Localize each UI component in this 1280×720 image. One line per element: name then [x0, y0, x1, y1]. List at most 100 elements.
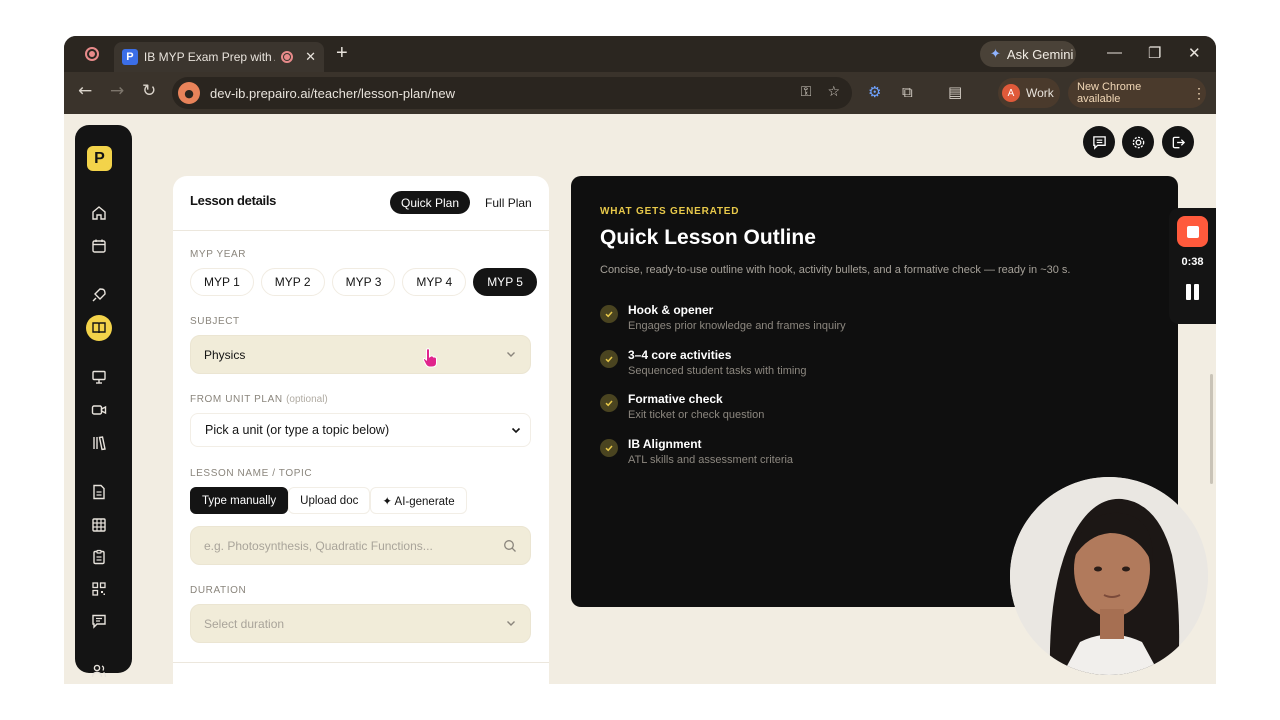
myp-3-button[interactable]: MYP 3: [331, 268, 396, 296]
tab-bar: P IB MYP Exam Prep with AI | ✕ + ✦ Ask G…: [64, 36, 1216, 72]
unit-plan-select[interactable]: Pick a unit (or type a topic below): [190, 413, 531, 447]
presentation-icon[interactable]: [87, 365, 111, 389]
duration-select[interactable]: Select duration: [190, 604, 531, 643]
logout-button[interactable]: [1162, 126, 1194, 158]
check-icon: [600, 394, 618, 412]
feature-subtitle: ATL skills and assessment criteria: [628, 454, 794, 466]
gemini-icon: ✦: [990, 46, 1001, 61]
topic-mode-tabs: Type manually Upload doc ✦ AI-generate: [190, 487, 467, 514]
webcam-bubble: [1010, 477, 1208, 675]
more-menu-icon[interactable]: ⋮: [1192, 85, 1206, 102]
subject-label: SUBJECT: [190, 316, 240, 327]
quick-plan-button[interactable]: Quick Plan: [390, 191, 471, 214]
ai-generate-tab[interactable]: ✦ AI-generate: [370, 487, 467, 514]
video-icon[interactable]: [87, 398, 111, 422]
chevron-down-icon: [507, 352, 515, 357]
url-text[interactable]: dev-ib.prepairo.ai/teacher/lesson-plan/n…: [210, 86, 455, 101]
recording-indicator-icon: [85, 47, 99, 61]
webcam-person-image: [1010, 477, 1208, 675]
profile-label: Work: [1026, 86, 1054, 100]
feature-title: 3–4 core activities: [628, 348, 732, 362]
message-icon[interactable]: [87, 609, 111, 633]
settings-button[interactable]: [1122, 126, 1154, 158]
feature-title: Formative check: [628, 392, 723, 406]
check-icon: [600, 305, 618, 323]
ask-gemini-button[interactable]: ✦ Ask Gemini: [980, 41, 1076, 67]
qr-icon[interactable]: [87, 577, 111, 601]
check-icon: [600, 439, 618, 457]
upload-doc-tab[interactable]: Upload doc: [288, 487, 371, 514]
check-icon: [600, 350, 618, 368]
library-icon[interactable]: [87, 431, 111, 455]
info-description: Concise, ready-to-use outline with hook,…: [600, 264, 1071, 276]
scrollbar[interactable]: [1210, 374, 1213, 484]
feature-title: Hook & opener: [628, 303, 714, 317]
address-bar[interactable]: ● dev-ib.prepairo.ai/teacher/lesson-plan…: [172, 77, 852, 109]
myp-year-options: MYP 1 MYP 2 MYP 3 MYP 4 MYP 5: [190, 268, 537, 296]
pause-icon[interactable]: [1186, 284, 1199, 300]
home-icon[interactable]: [87, 201, 111, 225]
favicon-icon: P: [122, 49, 138, 65]
myp-2-button[interactable]: MYP 2: [260, 268, 325, 296]
tab-search-icon[interactable]: ▤: [948, 83, 962, 101]
users-icon[interactable]: [87, 659, 111, 683]
app-logo[interactable]: P: [87, 146, 112, 171]
subject-value: Physics: [204, 347, 246, 362]
chevron-down-icon: [507, 621, 515, 626]
optional-note: (optional): [286, 394, 328, 405]
back-icon[interactable]: ←: [78, 81, 92, 101]
new-tab-button[interactable]: +: [336, 42, 348, 65]
forward-icon[interactable]: →: [110, 81, 124, 101]
document-icon[interactable]: [87, 480, 111, 504]
myp-4-button[interactable]: MYP 4: [402, 268, 467, 296]
info-title: Quick Lesson Outline: [600, 226, 816, 249]
bookmark-star-icon[interactable]: ☆: [827, 84, 840, 100]
tab-recording-icon: [281, 51, 294, 63]
hand-cursor-icon: [422, 348, 437, 368]
close-window-icon[interactable]: ✕: [1188, 44, 1201, 62]
subject-select[interactable]: Physics: [190, 335, 531, 374]
extension-icon[interactable]: ⚙: [868, 83, 881, 101]
extensions-puzzle-icon[interactable]: ⧉: [902, 83, 913, 101]
unit-plan-label: FROM UNIT PLAN (optional): [190, 394, 328, 405]
password-key-icon[interactable]: ⚿: [801, 84, 812, 100]
feedback-button[interactable]: [1083, 126, 1115, 158]
feature-subtitle: Exit ticket or check question: [628, 409, 765, 421]
myp-year-label: MYP YEAR: [190, 249, 247, 260]
divider: [173, 230, 549, 231]
feature-title: IB Alignment: [628, 437, 702, 451]
unit-plan-value: Pick a unit (or type a topic below): [205, 423, 390, 437]
grid-icon[interactable]: [87, 513, 111, 537]
myp-1-button[interactable]: MYP 1: [190, 268, 254, 296]
browser-toolbar: ← → ↻ ● dev-ib.prepairo.ai/teacher/lesso…: [64, 72, 1216, 114]
chrome-update-button[interactable]: New Chrome available ⋮: [1068, 78, 1206, 108]
duration-label: DURATION: [190, 585, 247, 596]
minimize-icon[interactable]: —: [1107, 44, 1122, 61]
full-plan-button[interactable]: Full Plan: [474, 191, 543, 214]
browser-tab[interactable]: P IB MYP Exam Prep with AI | ✕: [114, 42, 324, 72]
myp-5-button[interactable]: MYP 5: [473, 268, 537, 296]
chevron-down-icon: [511, 427, 521, 434]
restore-icon[interactable]: ❐: [1148, 44, 1161, 62]
topic-placeholder: e.g. Photosynthesis, Quadratic Functions…: [204, 538, 433, 553]
topic-input[interactable]: e.g. Photosynthesis, Quadratic Functions…: [190, 526, 531, 565]
feature-subtitle: Sequenced student tasks with timing: [628, 365, 807, 377]
topic-label: LESSON NAME / TOPIC: [190, 468, 313, 479]
rocket-icon[interactable]: [87, 283, 111, 307]
info-kicker: WHAT GETS GENERATED: [600, 206, 740, 217]
unit-plan-label-text: FROM UNIT PLAN: [190, 394, 283, 405]
update-label: New Chrome available: [1077, 81, 1142, 105]
reload-icon[interactable]: ↻: [142, 81, 156, 101]
search-icon: [504, 540, 516, 552]
profile-button[interactable]: A Work: [998, 78, 1060, 108]
settings-icon: [1132, 136, 1144, 148]
calendar-icon[interactable]: [87, 234, 111, 258]
close-tab-icon[interactable]: ✕: [305, 50, 316, 65]
avatar: A: [1002, 84, 1020, 102]
plan-toggle: Quick Plan Full Plan: [390, 191, 543, 214]
stop-recording-button[interactable]: [1177, 216, 1208, 247]
camera-site-icon[interactable]: ●: [178, 82, 200, 104]
type-manually-tab[interactable]: Type manually: [190, 487, 289, 514]
book-icon[interactable]: [86, 315, 112, 341]
clipboard-icon[interactable]: [87, 545, 111, 569]
